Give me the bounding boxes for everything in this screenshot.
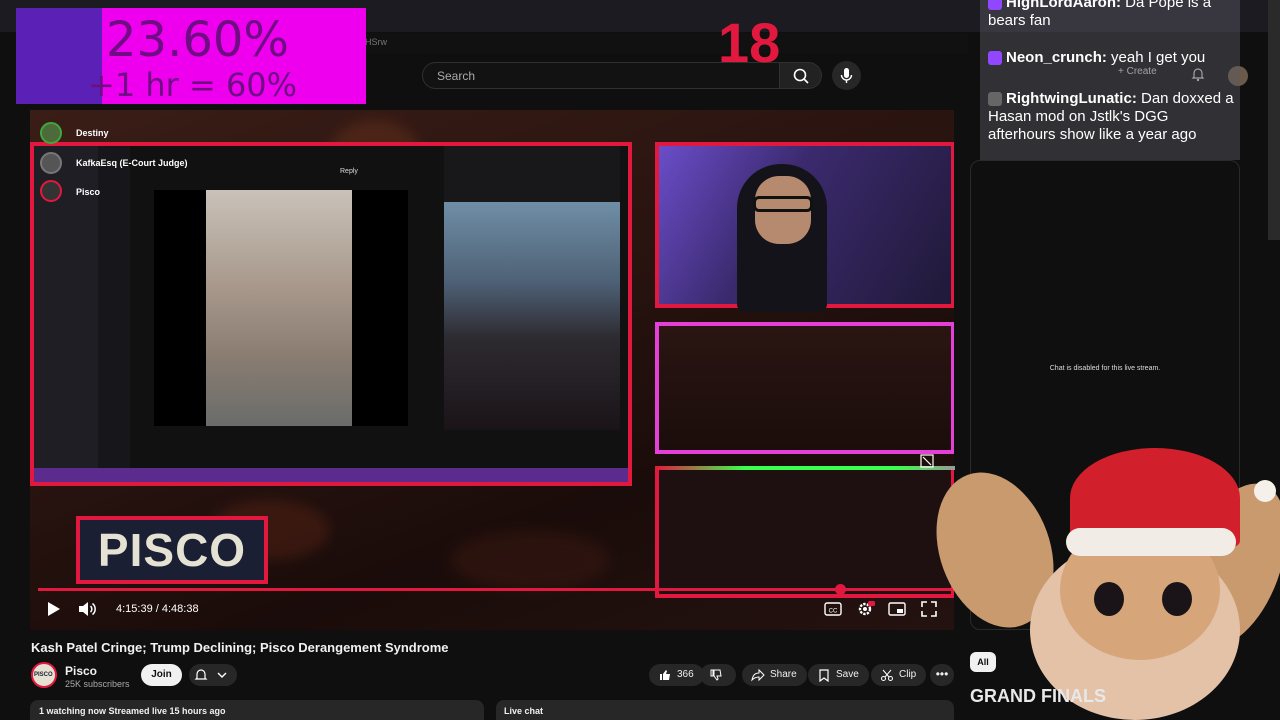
chat-message: Neon_crunch: yeah I get you [988,49,1238,67]
chat-message: RightwingLunatic: Dan doxxed a Hasan mod… [988,90,1238,144]
join-button[interactable]: Join [141,664,182,686]
miniplayer-icon [888,602,906,616]
search-button[interactable] [780,62,822,89]
twitch-icon [988,51,1002,66]
streamer-tag-kafka: KafkaEsq (E-Court Judge) [76,158,188,168]
progress-bar[interactable] [38,588,954,591]
save-button[interactable]: Save [808,664,869,686]
mic-icon [840,68,853,83]
video-title: Kash Patel Cringe; Trump Declining; Pisc… [31,640,449,655]
share-label: Share [770,669,797,680]
clip-button[interactable]: Clip [871,664,927,686]
embedded-video [154,190,408,426]
share-button[interactable]: Share [742,664,807,686]
notification-preferences-button[interactable] [189,664,237,686]
mascot-eye-right [1162,582,1192,616]
dislike-button[interactable] [700,664,736,686]
stream-chat-panel [444,146,620,202]
chat-overlay: HighLordAaron: Da Pope is a bears fan Ne… [980,0,1240,160]
fullscreen-toggle-icon[interactable] [920,454,934,473]
play-button[interactable] [42,598,64,620]
streamer-cam-frame [655,142,954,312]
santa-hat-band [1066,528,1236,556]
scissors-icon [881,669,893,681]
expand-icon [921,601,937,617]
video-player[interactable]: Reply Destiny KafkaEsq (E-Court Judge) P… [30,110,954,630]
kafka-avatar [40,152,62,174]
captions-button[interactable]: CC [822,598,844,620]
volume-button[interactable] [76,598,98,620]
streamer-tag-pisco: Pisco [76,187,101,197]
chat-user: Neon_crunch: [1006,49,1107,66]
pisco-tag-avatar [40,180,62,202]
green-accent-bar [655,466,955,470]
time-display: 4:15:39 / 4:48:38 [116,603,199,615]
filter-chip-all[interactable]: All [970,652,996,672]
more-actions-button[interactable]: ••• [930,664,954,686]
share-icon [751,668,765,682]
lower-cam-frame [655,466,954,598]
glasses-shape [753,196,813,212]
volume-icon [79,602,96,616]
fullscreen-button[interactable] [918,598,940,620]
stat-subtext: +1 hr = 60% [88,66,298,104]
svg-text:CC: CC [829,609,838,615]
save-label: Save [836,669,859,680]
bell-icon [194,669,227,680]
channel-avatar[interactable]: PISCO [31,662,57,688]
reply-button: Reply [340,168,358,175]
thumbs-down-icon [710,669,722,681]
grand-finals-promo: GRAND FINALS [970,686,1106,706]
webcam-feed [444,202,620,430]
chat-user: RightwingLunatic: [1006,90,1137,107]
stat-percentage: 23.60% [106,12,290,68]
play-icon [48,602,60,616]
bookmark-icon [819,669,829,682]
like-count: 366 [677,669,694,680]
time-total: 4:48:38 [161,603,199,615]
twitch-icon [988,0,1002,11]
voice-search-button[interactable] [832,61,861,90]
chat-user: HighLordAaron: [1006,0,1121,11]
gear-icon [858,601,875,616]
destiny-avatar [40,122,62,144]
miniplayer-button[interactable] [886,598,908,620]
like-button[interactable]: 366 [649,664,704,686]
time-current: 4:15:39 [116,603,153,615]
captions-icon: CC [824,602,842,616]
twitch-signup-bar [34,468,628,482]
stream-nav [98,146,130,482]
search-icon [793,68,809,84]
pisco-logo: PISCO [76,516,268,584]
channel-avatar-text: PISCO [34,672,53,678]
clip-label: Clip [899,669,917,680]
channel-name[interactable]: Pisco [65,664,97,678]
screen-share-frame: Reply [30,142,632,486]
subscriber-count: 25K subscribers [65,679,130,689]
chat-text: yeah I get you [1111,49,1206,66]
streamer-tag-destiny: Destiny [76,128,109,138]
player-controls: 4:15:39 / 4:48:38 CC [30,598,954,622]
caller-video [206,190,352,426]
description-box[interactable]: 1 watching now Streamed live 15 hours ag… [30,700,484,720]
live-chat-header[interactable]: Live chat [496,700,954,720]
settings-button[interactable] [854,598,876,620]
mascot-eye-left [1094,582,1124,616]
counter-display: 18 [718,11,781,74]
background-cam-frame [655,322,954,454]
santa-hat-pom [1254,480,1276,502]
side-scrollbar[interactable] [1268,0,1280,240]
chat-message: HighLordAaron: Da Pope is a bears fan [988,0,1238,30]
thumbs-up-icon [660,670,670,680]
user-icon [988,92,1002,107]
chat-disabled-notice: Chat is disabled for this live stream. [1049,365,1161,372]
